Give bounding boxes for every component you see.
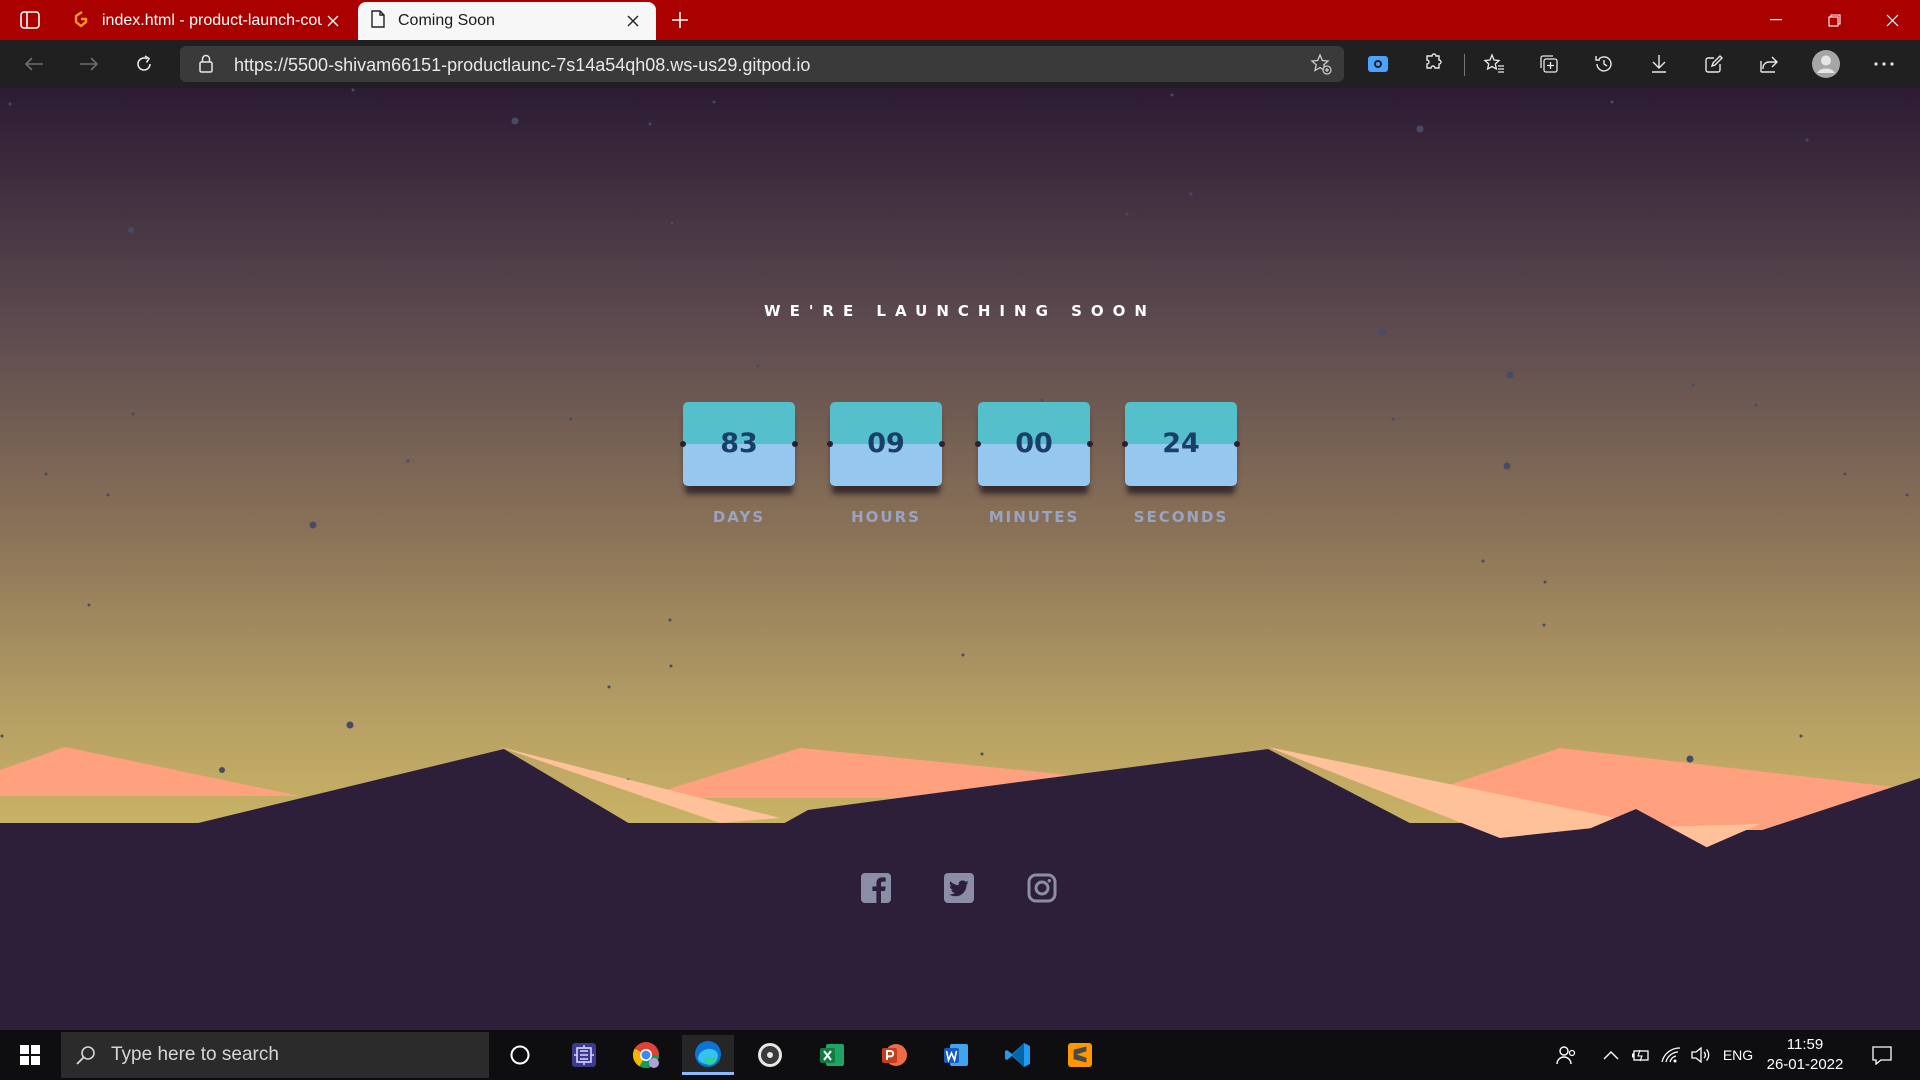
page-icon	[370, 9, 386, 33]
notifications-icon[interactable]	[1864, 1030, 1900, 1080]
history-icon[interactable]	[1586, 48, 1622, 80]
sidebar-toggle-icon[interactable]	[12, 7, 48, 33]
seconds-value: 24	[1162, 428, 1200, 459]
days-label: DAYS	[712, 508, 766, 526]
excel-icon[interactable]	[806, 1035, 858, 1075]
minimize-icon[interactable]	[1748, 0, 1804, 40]
taskbar-search-box[interactable]: Type here to search	[61, 1032, 489, 1078]
close-tab-icon[interactable]	[322, 10, 344, 32]
countdown-days: 83 DAYS	[680, 402, 798, 526]
search-icon	[75, 1044, 97, 1066]
chrome-icon[interactable]	[620, 1035, 672, 1075]
flip-card: 09	[830, 402, 942, 486]
url-text: https://5500-shivam66151-productlaunc-7s…	[234, 55, 811, 75]
tab-title: Coming Soon	[398, 12, 495, 29]
flip-card: 24	[1125, 402, 1237, 486]
countdown-seconds: 24 SECONDS	[1122, 402, 1240, 526]
flip-card: 00	[978, 402, 1090, 486]
search-placeholder: Type here to search	[111, 1044, 279, 1065]
twitter-icon[interactable]	[939, 868, 979, 908]
launch-headline: WE'RE LAUNCHING SOON	[764, 302, 1156, 320]
task-view-app-icon[interactable]	[558, 1035, 610, 1075]
minutes-label: MINUTES	[988, 508, 1080, 526]
toolbar-divider	[1464, 54, 1465, 76]
immersive-reader-icon[interactable]	[1360, 48, 1396, 80]
battery-icon[interactable]	[1628, 1030, 1654, 1080]
vscode-icon[interactable]	[992, 1035, 1044, 1075]
extensions-icon[interactable]	[1415, 48, 1451, 80]
days-value: 83	[720, 428, 758, 459]
facebook-icon[interactable]	[856, 868, 896, 908]
cortana-icon[interactable]	[494, 1035, 546, 1075]
countdown-minutes: 00 MINUTES	[975, 402, 1093, 526]
browser-tab-bar: index.html - product-launch-cou Coming S…	[0, 0, 1920, 40]
collections-icon[interactable]	[1531, 48, 1567, 80]
back-icon[interactable]	[16, 48, 52, 80]
refresh-icon[interactable]	[126, 48, 162, 80]
sublime-text-icon[interactable]	[1054, 1035, 1106, 1075]
profile-avatar-icon[interactable]	[1808, 48, 1844, 80]
windows-start-icon[interactable]	[10, 1040, 50, 1070]
restore-icon[interactable]	[1806, 0, 1862, 40]
coming-soon-page: WE'RE LAUNCHING SOON 83 DAYS 09 HOURS 00	[0, 88, 1920, 1030]
people-icon[interactable]	[1552, 1030, 1582, 1080]
web-capture-icon[interactable]	[1696, 48, 1732, 80]
lock-icon[interactable]	[198, 54, 214, 78]
social-links	[856, 868, 1064, 908]
obs-icon[interactable]	[744, 1035, 796, 1075]
tab-coming-soon[interactable]: Coming Soon	[358, 2, 656, 40]
address-toolbar: https://5500-shivam66151-productlaunc-7s…	[0, 40, 1920, 88]
tab-index-html[interactable]: index.html - product-launch-cou	[60, 2, 356, 40]
close-window-icon[interactable]	[1864, 0, 1920, 40]
close-tab-icon[interactable]	[622, 10, 644, 32]
forward-icon[interactable]	[71, 48, 107, 80]
clock-date: 26-01-2022	[1766, 1056, 1844, 1073]
flip-card: 83	[683, 402, 795, 486]
windows-taskbar: Type here to search ENG 11:59 26-01-2022	[0, 1030, 1920, 1080]
powerpoint-icon[interactable]	[868, 1035, 920, 1075]
minutes-value: 00	[1015, 428, 1053, 459]
language-indicator[interactable]: ENG	[1718, 1030, 1758, 1080]
clock-time: 11:59	[1786, 1036, 1824, 1053]
seconds-label: SECONDS	[1133, 508, 1229, 526]
countdown-hours: 09 HOURS	[827, 402, 945, 526]
instagram-icon[interactable]	[1022, 868, 1062, 908]
countdown-timer: 83 DAYS 09 HOURS 00 MINUTES 24 SECONDS	[680, 402, 1240, 532]
new-tab-icon[interactable]	[666, 7, 694, 33]
more-options-icon[interactable]	[1866, 48, 1902, 80]
share-icon[interactable]	[1751, 48, 1787, 80]
address-bar[interactable]: https://5500-shivam66151-productlaunc-7s…	[180, 46, 1344, 82]
wifi-icon[interactable]	[1658, 1030, 1684, 1080]
gitpod-icon	[72, 10, 90, 33]
add-favorite-icon[interactable]	[1310, 53, 1332, 80]
hours-label: HOURS	[851, 508, 921, 526]
word-icon[interactable]	[930, 1035, 982, 1075]
downloads-icon[interactable]	[1641, 48, 1677, 80]
chevron-up-icon[interactable]	[1598, 1030, 1624, 1080]
clock[interactable]: 11:59 26-01-2022	[1762, 1035, 1848, 1075]
hours-value: 09	[867, 428, 905, 459]
favorites-icon[interactable]	[1476, 48, 1512, 80]
edge-icon[interactable]	[682, 1035, 734, 1075]
tab-title: index.html - product-launch-cou	[102, 12, 322, 29]
volume-icon[interactable]	[1688, 1030, 1714, 1080]
